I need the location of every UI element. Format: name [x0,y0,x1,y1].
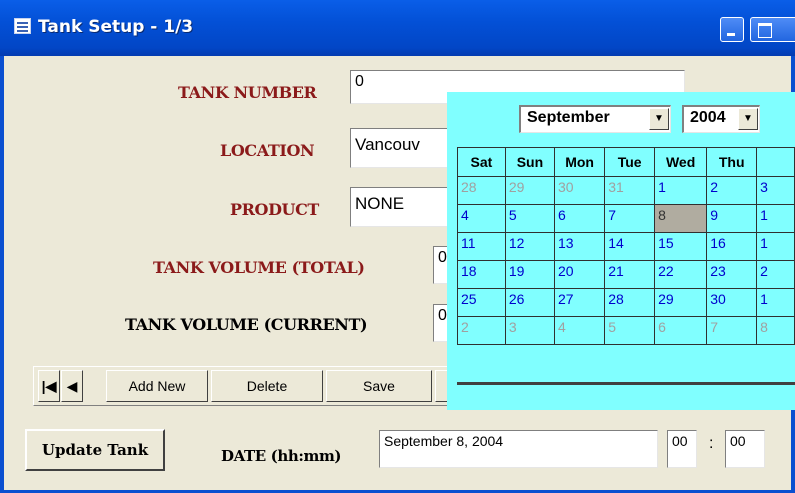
location-label: LOCATION [220,141,315,160]
weekday-header: Sat [457,147,506,177]
time-separator: : [709,435,714,452]
calendar-day[interactable]: 28 [457,176,506,205]
tank-number-label: TANK NUMBER [178,83,317,102]
weekday-header: Tue [604,147,656,177]
calendar-day[interactable]: 3 [756,176,795,205]
tank-volume-total-label: TANK VOLUME (TOTAL) [153,258,365,277]
calendar-day[interactable]: 18 [457,260,506,289]
weekday-header [756,147,795,177]
calendar-day[interactable]: 6 [654,316,708,345]
calendar-day[interactable]: 5 [504,204,555,233]
calendar-day[interactable]: 1 [756,204,795,233]
calendar-day[interactable]: 2 [706,176,758,205]
month-dropdown-arrow-icon[interactable]: ▼ [649,108,669,130]
calendar-day[interactable]: 5 [604,316,656,345]
calendar-day[interactable]: 1 [756,232,795,261]
previous-record-icon[interactable]: ◀ [61,370,83,402]
calendar-day[interactable]: 11 [457,232,506,261]
save-button[interactable]: Save [326,370,432,402]
calendar-popup[interactable]: September ▼ 2004 ▼ Sat Sun Mon Tue Wed Thu 28 2… [447,92,795,410]
calendar-week-row: 28 29 30 31 1 2 3 [457,176,795,205]
calendar-day[interactable]: 7 [604,204,656,233]
calendar-day[interactable]: 7 [706,316,758,345]
hour-field[interactable]: 00 [667,430,697,468]
calendar-day[interactable]: 1 [654,176,708,205]
form-icon [14,18,31,34]
year-dropdown-arrow-icon[interactable]: ▼ [738,108,758,130]
month-dropdown[interactable]: September ▼ [519,105,671,133]
calendar-grid: Sat Sun Mon Tue Wed Thu 28 29 30 31 1 2 3 4 5 6 7 8 9 1 11 12… [457,147,795,345]
first-record-icon[interactable]: |◀ [38,370,60,402]
weekday-header: Sun [504,147,555,177]
tank-volume-current-label: TANK VOLUME (CURRENT) [125,315,368,334]
calendar-day[interactable]: 21 [604,260,656,289]
year-dropdown[interactable]: 2004 ▼ [682,105,760,133]
calendar-day[interactable]: 13 [553,232,606,261]
calendar-day[interactable]: 15 [654,232,708,261]
minimize-button[interactable] [720,17,744,42]
calendar-day[interactable]: 6 [553,204,606,233]
calendar-day[interactable]: 30 [553,176,606,205]
calendar-day[interactable]: 8 [756,316,795,345]
weekday-header: Wed [654,147,708,177]
calendar-day[interactable]: 16 [706,232,758,261]
calendar-day[interactable]: 14 [604,232,656,261]
month-value: September [527,109,610,126]
window-frame-left [0,56,4,493]
calendar-day[interactable]: 31 [604,176,656,205]
calendar-week-row: 18 19 20 21 22 23 2 [457,260,795,289]
calendar-day[interactable]: 27 [553,288,606,317]
calendar-day[interactable]: 20 [553,260,606,289]
calendar-day[interactable]: 29 [504,176,555,205]
calendar-day[interactable]: 9 [706,204,758,233]
calendar-day[interactable]: 19 [504,260,555,289]
product-field[interactable]: NONE [350,187,460,227]
delete-button[interactable]: Delete [211,370,323,402]
calendar-day[interactable]: 1 [756,288,795,317]
calendar-day[interactable]: 4 [457,204,506,233]
calendar-day[interactable]: 2 [457,316,506,345]
weekday-header-row: Sat Sun Mon Tue Wed Thu [457,147,795,177]
update-tank-button[interactable]: Update Tank [25,429,165,471]
calendar-day[interactable]: 2 [756,260,795,289]
location-field[interactable]: Vancouv [350,128,460,168]
calendar-week-row: 25 26 27 28 29 30 1 [457,288,795,317]
calendar-day[interactable]: 29 [654,288,708,317]
calendar-day[interactable]: 25 [457,288,506,317]
calendar-day[interactable]: 30 [706,288,758,317]
add-new-button[interactable]: Add New [106,370,208,402]
weekday-header: Mon [553,147,606,177]
calendar-day[interactable]: 28 [604,288,656,317]
date-label: DATE (hh:mm) [221,447,342,465]
calendar-day[interactable]: 8 [654,204,708,233]
minute-field[interactable]: 00 [725,430,765,468]
calendar-day[interactable]: 23 [706,260,758,289]
calendar-day[interactable]: 22 [654,260,708,289]
year-value: 2004 [690,109,726,126]
weekday-header: Thu [706,147,758,177]
maximize-button[interactable] [750,17,795,42]
calendar-grid-shadow [457,382,795,385]
calendar-day[interactable]: 26 [504,288,555,317]
date-field[interactable]: September 8, 2004 [379,430,658,468]
calendar-week-row: 11 12 13 14 15 16 1 [457,232,795,261]
calendar-week-row: 2345678 [457,316,795,345]
calendar-week-row: 4567891 [457,204,795,233]
calendar-day[interactable]: 4 [553,316,606,345]
title-bar[interactable]: Tank Setup - 1/3 [0,0,795,56]
window-title: Tank Setup - 1/3 [38,17,194,37]
product-label: PRODUCT [230,200,319,219]
calendar-day[interactable]: 3 [504,316,555,345]
calendar-day[interactable]: 12 [504,232,555,261]
